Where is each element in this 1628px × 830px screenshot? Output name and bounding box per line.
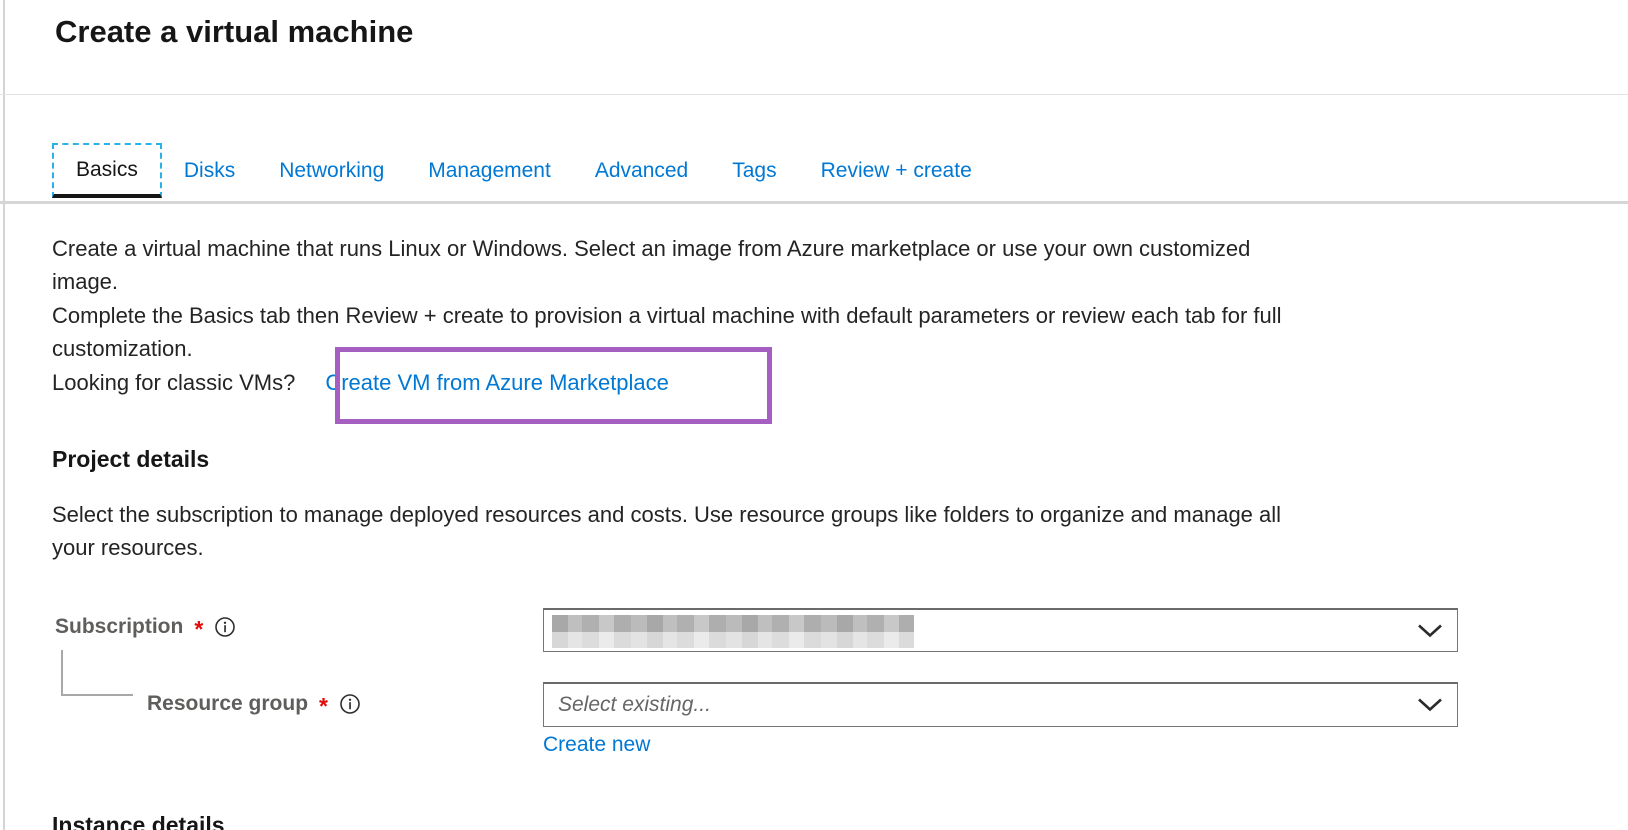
- instance-details-heading: Instance details: [52, 812, 225, 830]
- intro-line-2: image.: [52, 265, 1282, 298]
- subscription-label: Subscription: [55, 615, 183, 639]
- tab-management[interactable]: Management: [428, 143, 551, 198]
- tab-disks[interactable]: Disks: [184, 143, 235, 198]
- classic-vms-prompt: Looking for classic VMs?: [52, 370, 295, 395]
- tab-bar-divider: [0, 201, 1628, 204]
- required-asterisk: *: [319, 693, 328, 720]
- required-asterisk: *: [194, 616, 203, 643]
- project-details-description: Select the subscription to manage deploy…: [52, 498, 1281, 565]
- classic-vms-line: Looking for classic VMs? Create VM from A…: [52, 366, 1282, 399]
- resource-group-label-row: Resource group *: [147, 689, 361, 719]
- create-vm-page: Create a virtual machine Basics Disks Ne…: [0, 0, 1628, 830]
- page-title: Create a virtual machine: [55, 14, 413, 50]
- header-divider: [0, 94, 1628, 95]
- create-new-link[interactable]: Create new: [543, 733, 650, 757]
- info-icon[interactable]: [339, 693, 361, 715]
- tab-basics[interactable]: Basics: [52, 143, 162, 198]
- resource-group-dropdown[interactable]: Select existing...: [543, 682, 1458, 727]
- tab-bar: Basics Disks Networking Management Advan…: [52, 143, 1016, 198]
- chevron-down-icon: [1417, 698, 1443, 713]
- subscription-label-row: Subscription *: [55, 612, 236, 642]
- resource-group-placeholder: Select existing...: [558, 693, 711, 717]
- resource-group-label: Resource group: [147, 692, 308, 716]
- create-vm-marketplace-link[interactable]: Create VM from Azure Marketplace: [325, 370, 669, 395]
- project-details-description-line-1: Select the subscription to manage deploy…: [52, 498, 1281, 531]
- intro-line-3: Complete the Basics tab then Review + cr…: [52, 299, 1282, 332]
- project-details-heading: Project details: [52, 446, 209, 473]
- tab-review-create[interactable]: Review + create: [821, 143, 972, 198]
- chevron-down-icon: [1417, 623, 1443, 638]
- intro-text: Create a virtual machine that runs Linux…: [52, 232, 1282, 399]
- subscription-redacted-value: [552, 615, 914, 648]
- resource-group-tree-connector: [61, 650, 133, 696]
- page-left-border: [3, 0, 5, 830]
- subscription-dropdown[interactable]: [543, 608, 1458, 652]
- intro-line-4: customization.: [52, 332, 1282, 365]
- info-icon[interactable]: [214, 616, 236, 638]
- tab-networking[interactable]: Networking: [279, 143, 384, 198]
- tab-advanced[interactable]: Advanced: [595, 143, 688, 198]
- intro-line-1: Create a virtual machine that runs Linux…: [52, 232, 1282, 265]
- project-details-description-line-2: your resources.: [52, 531, 1281, 564]
- tab-tags[interactable]: Tags: [732, 143, 776, 198]
